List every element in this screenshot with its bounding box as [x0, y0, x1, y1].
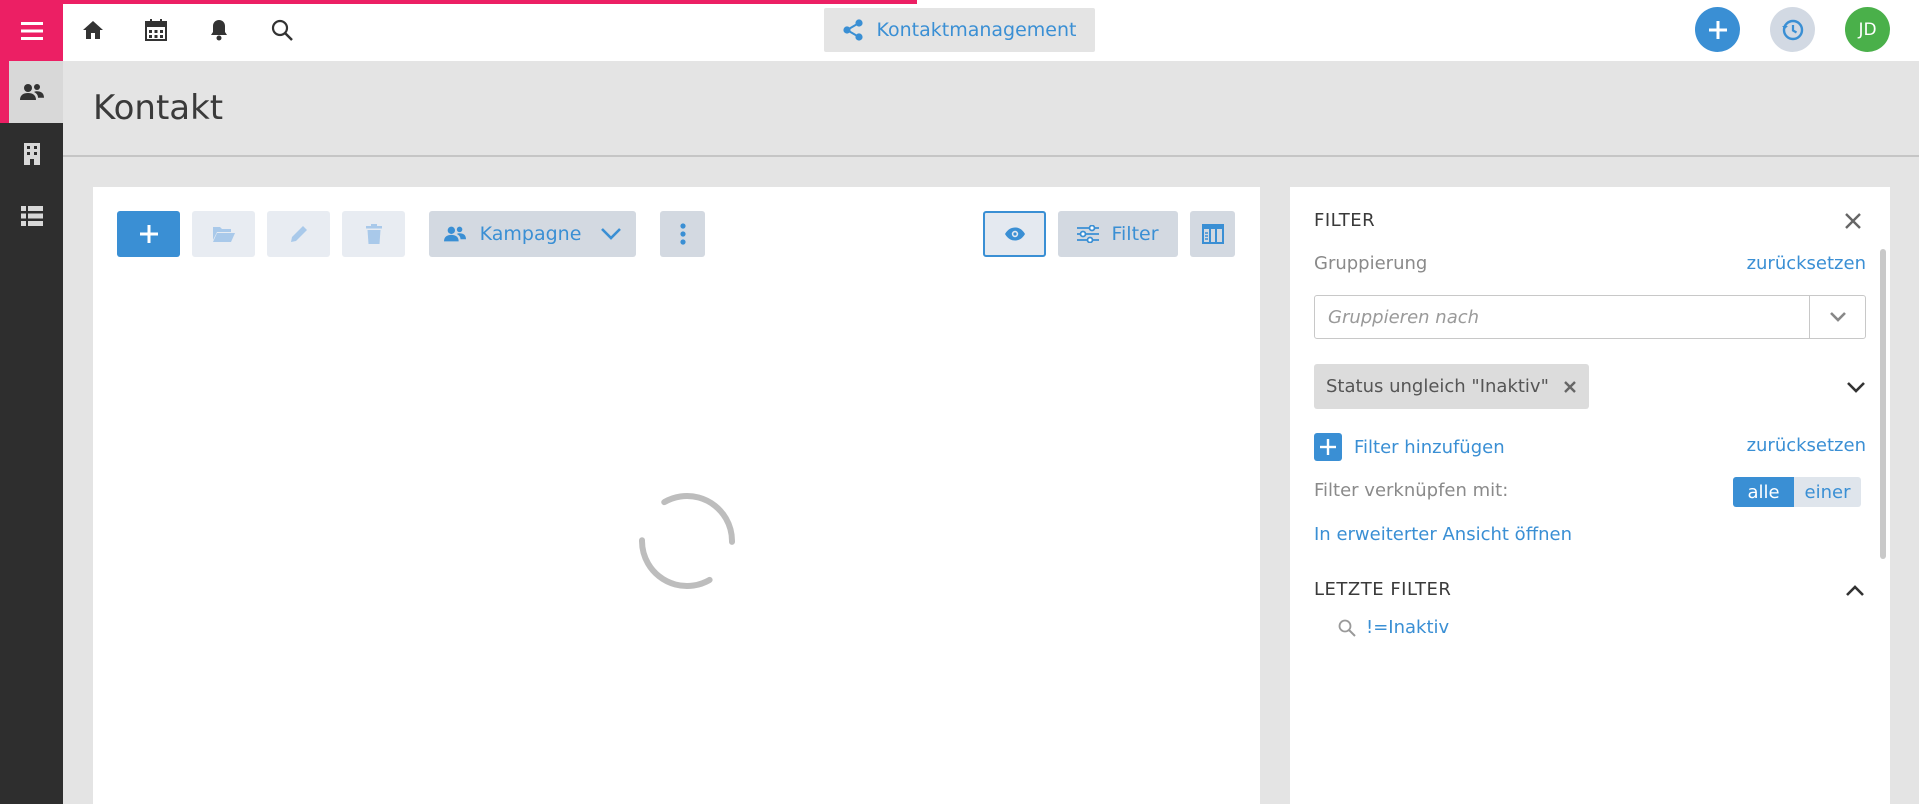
reset-grouping-link[interactable]: zurücksetzen: [1747, 253, 1866, 274]
filter-button[interactable]: Filter: [1058, 211, 1178, 257]
loading-spinner: [639, 493, 735, 589]
active-filter-label: Status ungleich "Inaktiv": [1326, 376, 1549, 397]
main-panel: Kampagne Filter: [93, 187, 1260, 804]
sidebar-item-contacts[interactable]: [0, 61, 63, 123]
combine-option-all[interactable]: alle: [1733, 477, 1794, 507]
plus-icon: [139, 225, 158, 243]
folder-open-icon: [212, 227, 235, 242]
search-button[interactable]: [266, 14, 298, 46]
pencil-icon: [290, 226, 307, 242]
recent-filter-label: !=Inaktiv: [1366, 617, 1450, 638]
share-icon: [843, 19, 864, 41]
calendar-icon: [145, 19, 167, 41]
filter-button-label: Filter: [1111, 223, 1159, 245]
bell-icon: [211, 20, 227, 41]
page-title: Kontakt: [93, 88, 224, 128]
remove-filter-icon[interactable]: [1563, 380, 1577, 394]
filter-panel: FILTER Gruppierung zurücksetzen Status u…: [1290, 187, 1890, 804]
kebab-menu-icon: [679, 223, 686, 245]
app-switcher[interactable]: Kontaktmanagement: [824, 8, 1095, 52]
plus-icon: [1708, 20, 1727, 39]
search-icon: [271, 19, 293, 41]
combine-filters-label: Filter verknüpfen mit:: [1314, 480, 1509, 501]
home-icon: [83, 21, 103, 39]
sliders-icon: [1077, 225, 1100, 243]
close-icon: [1845, 213, 1861, 229]
list-icon: [20, 206, 43, 226]
delete-button[interactable]: [342, 211, 405, 257]
eye-icon: [1004, 227, 1025, 241]
combine-toggle: alle einer: [1733, 477, 1861, 507]
open-extended-view-link[interactable]: In erweiterter Ansicht öffnen: [1314, 524, 1572, 545]
close-filter-panel-button[interactable]: [1844, 212, 1862, 234]
chevron-down-icon: [601, 228, 622, 240]
user-initials: JD: [1858, 19, 1877, 40]
main-menu-button[interactable]: [0, 0, 63, 61]
chevron-down-icon: [1847, 382, 1865, 393]
add-filter-label: Filter hinzufügen: [1354, 436, 1505, 458]
notifications-button[interactable]: [203, 14, 235, 46]
left-rail: [0, 0, 63, 804]
group-by-select: [1314, 295, 1866, 339]
active-filter-chip: Status ungleich "Inaktiv": [1314, 364, 1589, 409]
history-button[interactable]: [1770, 7, 1815, 52]
header-divider: [63, 155, 1919, 157]
campaign-dropdown[interactable]: Kampagne: [429, 211, 636, 257]
open-button[interactable]: [192, 211, 255, 257]
recent-filters-title: LETZTE FILTER: [1314, 579, 1452, 600]
add-contact-button[interactable]: [117, 211, 180, 257]
group-by-input[interactable]: [1315, 296, 1810, 338]
hamburger-icon: [20, 21, 43, 40]
expand-filter-button[interactable]: [1847, 379, 1865, 398]
filter-panel-scrollbar[interactable]: [1880, 249, 1886, 559]
search-icon: [1338, 619, 1356, 637]
combine-option-one[interactable]: einer: [1794, 477, 1861, 507]
grouping-label: Gruppierung: [1314, 253, 1428, 274]
user-avatar[interactable]: JD: [1845, 7, 1890, 52]
group-by-dropdown-toggle[interactable]: [1809, 296, 1865, 338]
users-icon: [443, 226, 466, 242]
reset-filters-link[interactable]: zurücksetzen: [1747, 435, 1866, 456]
campaign-label: Kampagne: [479, 223, 582, 245]
sidebar-item-companies[interactable]: [0, 123, 63, 185]
trash-icon: [365, 224, 382, 244]
quick-add-button[interactable]: [1695, 7, 1740, 52]
home-button[interactable]: [77, 14, 109, 46]
table-columns-icon: [1201, 224, 1224, 244]
top-bar: Kontaktmanagement JD: [63, 0, 1919, 61]
recent-filter-item[interactable]: !=Inaktiv: [1338, 617, 1449, 638]
sidebar-item-lists[interactable]: [0, 185, 63, 247]
toggle-preview-button[interactable]: [983, 211, 1046, 257]
loading-progress-bar: [63, 0, 917, 4]
filter-panel-title: FILTER: [1314, 210, 1376, 231]
calendar-button[interactable]: [140, 14, 172, 46]
edit-button[interactable]: [267, 211, 330, 257]
chevron-down-icon: [1829, 312, 1846, 322]
contacts-icon: [19, 84, 44, 100]
collapse-recent-filters-button[interactable]: [1846, 581, 1864, 600]
building-icon: [23, 143, 40, 165]
plus-icon: [1314, 433, 1342, 461]
chevron-up-icon: [1846, 585, 1864, 596]
column-settings-button[interactable]: [1190, 211, 1235, 257]
history-icon: [1781, 19, 1803, 40]
add-filter-button[interactable]: Filter hinzufügen: [1314, 433, 1505, 461]
more-options-button[interactable]: [660, 211, 705, 257]
app-title: Kontaktmanagement: [876, 19, 1077, 41]
